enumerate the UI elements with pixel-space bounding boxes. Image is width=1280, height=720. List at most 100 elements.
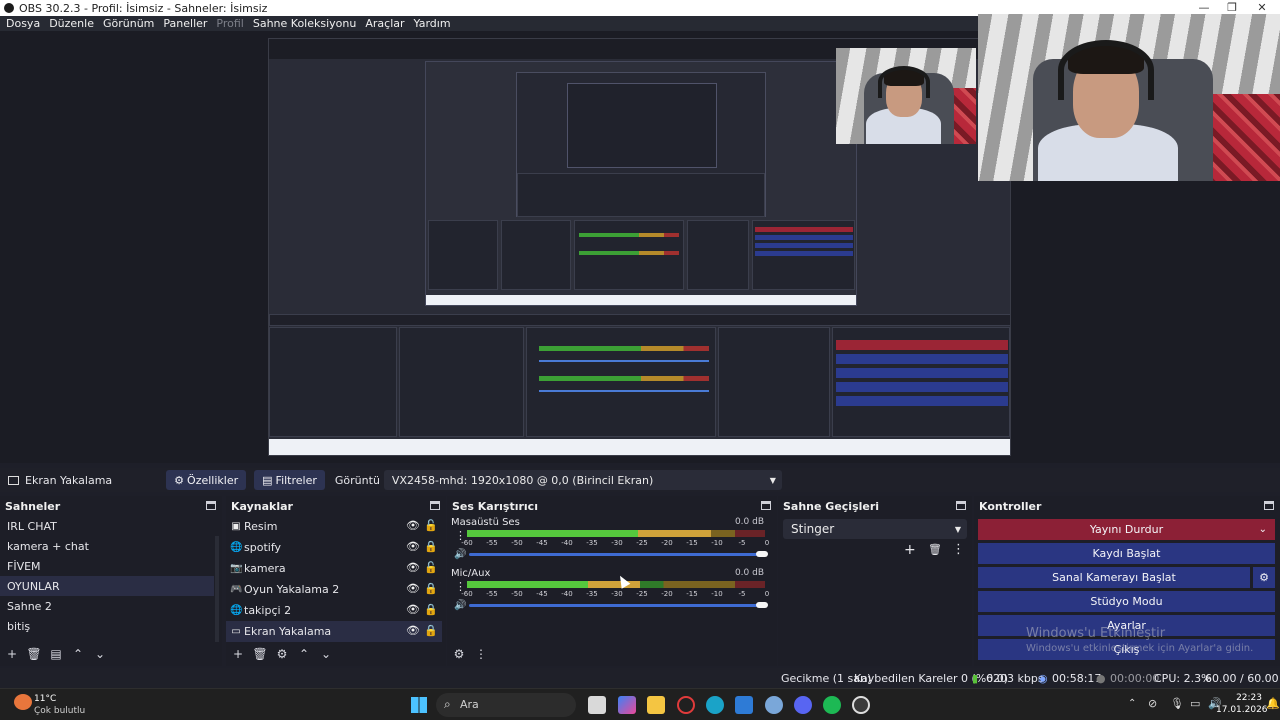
task-view-icon[interactable] <box>588 696 606 714</box>
notification-bell-icon[interactable]: 🔔 <box>1266 697 1280 710</box>
copilot-icon[interactable] <box>618 696 636 714</box>
menu-view[interactable]: Görünüm <box>103 17 154 30</box>
file-explorer-icon[interactable] <box>647 696 665 714</box>
obs-icon[interactable] <box>852 696 870 714</box>
stop-stream-button[interactable]: Yayını Durdur ⌄ <box>978 519 1275 540</box>
undock-icon[interactable] <box>761 501 771 510</box>
clock-time[interactable]: 22:23 <box>1226 693 1262 703</box>
settings-icon[interactable] <box>765 696 783 714</box>
arrow-down-icon[interactable]: ⌄ <box>92 647 108 661</box>
menu-docks[interactable]: Paneller <box>163 17 207 30</box>
undock-icon[interactable] <box>430 501 440 510</box>
display-icon[interactable]: ▭ <box>1190 697 1200 710</box>
eye-icon[interactable]: 👁 <box>406 562 420 574</box>
volume-slider-knob[interactable] <box>756 602 768 608</box>
add-icon[interactable]: + <box>904 542 916 558</box>
controls-title: Kontroller <box>979 499 1042 513</box>
scene-item[interactable]: FİVEM <box>0 556 214 576</box>
chevron-up-icon[interactable]: ⌃ <box>1128 698 1136 709</box>
edge-icon[interactable] <box>706 696 724 714</box>
lock-icon[interactable]: 🔒 <box>424 583 438 595</box>
lock-icon[interactable]: 🔒 <box>424 541 438 553</box>
menu-edit[interactable]: Düzenle <box>49 17 94 30</box>
kebab-menu-icon[interactable]: ⋮ <box>952 542 965 557</box>
taskbar-search[interactable]: ⌕ Ara <box>436 693 576 717</box>
trash-icon[interactable]: 🗑 <box>928 543 942 556</box>
speaker-icon[interactable]: 🔊 <box>454 600 466 611</box>
filter-icon[interactable]: ▤ <box>48 647 64 661</box>
add-icon[interactable]: + <box>230 647 246 661</box>
meter-scale-tick: -10 <box>711 539 723 547</box>
source-item-selected[interactable]: ▭ Ekran Yakalama 👁 🔒 <box>226 621 442 642</box>
unlock-icon[interactable]: 🔓 <box>424 520 438 532</box>
scene-item[interactable]: IRL CHAT <box>0 516 214 536</box>
display-select[interactable]: VX2458-mhd: 1920x1080 @ 0,0 (Birincil Ek… <box>383 470 782 490</box>
undock-icon[interactable] <box>956 501 966 510</box>
studio-mode-button[interactable]: Stüdyo Modu <box>978 591 1275 612</box>
scenes-scrollbar[interactable] <box>215 536 219 642</box>
record-icon: ● <box>1096 672 1106 685</box>
filters-button[interactable]: ▤ Filtreler <box>254 470 325 490</box>
arrow-up-icon[interactable]: ⌃ <box>70 647 86 661</box>
unlock-icon[interactable]: 🔓 <box>424 562 438 574</box>
menu-tools[interactable]: Araçlar <box>365 17 404 30</box>
spotify-icon[interactable] <box>823 696 841 714</box>
status-bar: Gecikme (1 san) Kaybedilen Kareler 0 (%0… <box>0 668 1280 688</box>
menu-scene-collection[interactable]: Sahne Koleksiyonu <box>253 17 357 30</box>
menu-help[interactable]: Yardım <box>414 17 451 30</box>
volume-slider[interactable] <box>469 604 764 607</box>
volume-slider[interactable] <box>469 553 764 556</box>
preview-canvas[interactable] <box>268 38 1011 456</box>
meter-scale: -60 -55 -50 -45 -40 -35 -30 -25 -20 -15 -10 -5 0 <box>461 539 769 548</box>
arrow-up-icon[interactable]: ⌃ <box>296 647 312 661</box>
menu-file[interactable]: Dosya <box>6 17 40 30</box>
scene-item-selected[interactable]: OYUNLAR <box>0 576 214 596</box>
camera-icon: 📷 <box>230 563 243 574</box>
clock-date[interactable]: 17.01.2026 <box>1216 705 1268 715</box>
source-item[interactable]: 📷 kamera 👁 🔓 <box>226 558 442 579</box>
gear-icon[interactable]: ⚙ <box>451 647 467 661</box>
network-icon[interactable]: ⊘ <box>1148 697 1157 710</box>
arrow-down-icon[interactable]: ⌄ <box>318 647 334 661</box>
source-item[interactable]: 🌐 takipçi 2 👁 🔒 <box>226 600 442 621</box>
kebab-menu-icon[interactable]: ⋮ <box>473 647 489 661</box>
channel-db: 0.0 dB <box>734 517 764 527</box>
eye-icon[interactable]: 👁 <box>406 583 420 595</box>
lock-icon[interactable]: 🔒 <box>424 625 438 637</box>
mic-icon[interactable]: 🎙 <box>1170 697 1184 710</box>
gear-icon[interactable]: ⚙ <box>274 647 290 661</box>
stream-icon: ◉ <box>1038 672 1048 685</box>
eye-icon[interactable]: 👁 <box>406 604 420 616</box>
virtual-cam-button[interactable]: Sanal Kamerayı Başlat <box>978 567 1250 588</box>
eye-icon[interactable]: 👁 <box>406 625 420 637</box>
scenes-dock: Sahneler IRL CHAT kamera + chat FİVEM OY… <box>0 496 222 666</box>
start-record-button[interactable]: Kaydı Başlat <box>978 543 1275 564</box>
source-item[interactable]: 🎮 Oyun Yakalama 2 👁 🔒 <box>226 579 442 600</box>
virtual-cam-settings-button[interactable]: ⚙ <box>1253 567 1275 588</box>
eye-icon[interactable]: 👁 <box>406 541 420 553</box>
scene-item[interactable]: kamera + chat <box>0 536 214 556</box>
source-item[interactable]: ▣ Resim 👁 🔓 <box>226 516 442 537</box>
trash-icon[interactable]: 🗑 <box>26 647 42 661</box>
menu-profile[interactable]: Profil <box>216 17 243 30</box>
source-label: spotify <box>244 541 282 554</box>
undock-icon[interactable] <box>1264 501 1274 510</box>
store-icon[interactable] <box>735 696 753 714</box>
discord-icon[interactable] <box>794 696 812 714</box>
monitor-icon <box>8 475 19 485</box>
properties-button[interactable]: ⚙ Özellikler <box>166 470 247 490</box>
add-icon[interactable]: + <box>4 647 20 661</box>
weather-icon[interactable] <box>14 694 32 710</box>
eye-icon[interactable]: 👁 <box>406 520 420 532</box>
source-item[interactable]: 🌐 spotify 👁 🔒 <box>226 537 442 558</box>
lock-icon[interactable]: 🔒 <box>424 604 438 616</box>
scene-item[interactable]: bitiş <box>0 616 214 636</box>
scene-item[interactable]: Sahne 2 <box>0 596 214 616</box>
undock-icon[interactable] <box>206 501 216 510</box>
transition-select[interactable]: Stinger ▼ <box>783 519 967 539</box>
windows-start-icon[interactable] <box>411 697 427 713</box>
trash-icon[interactable]: 🗑 <box>252 647 268 661</box>
opera-icon[interactable] <box>677 696 695 714</box>
speaker-icon[interactable]: 🔊 <box>454 549 466 560</box>
volume-slider-knob[interactable] <box>756 551 768 557</box>
